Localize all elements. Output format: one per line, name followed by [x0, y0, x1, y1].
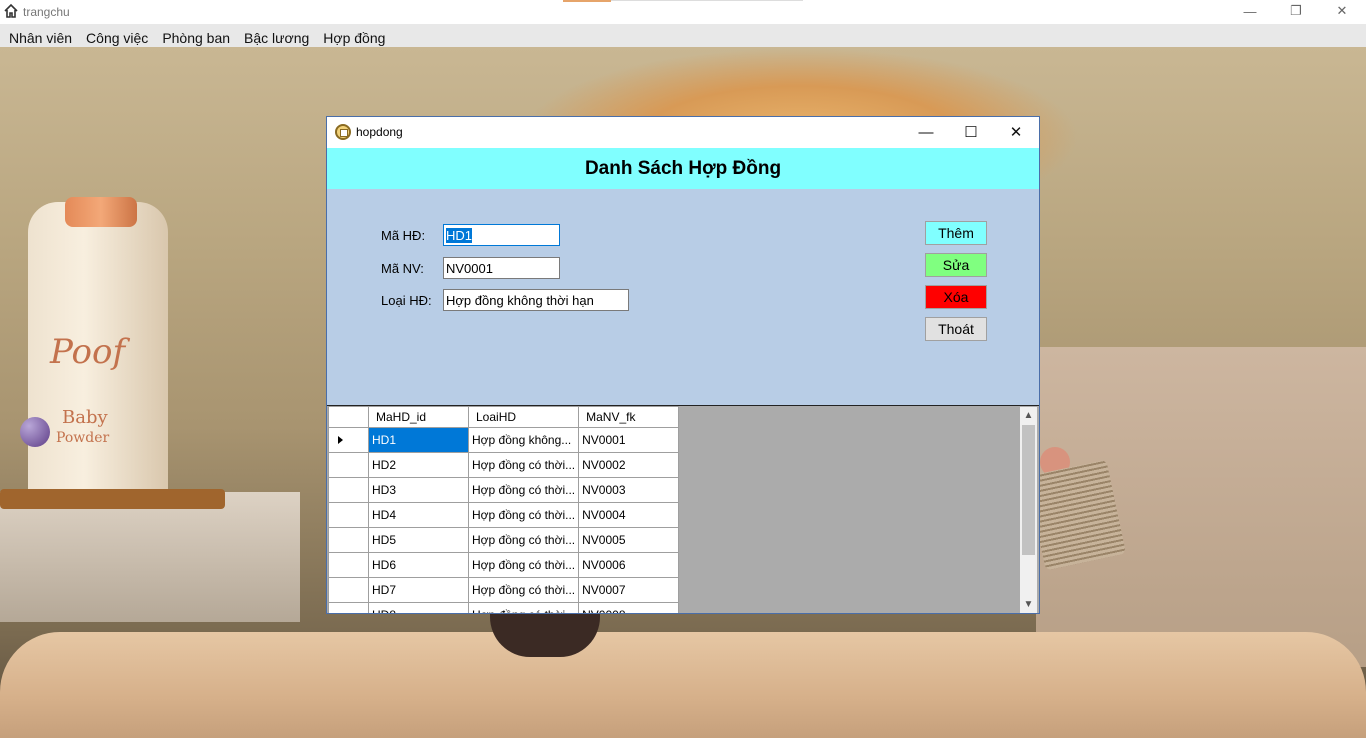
them-button[interactable]: Thêm: [925, 221, 987, 245]
minimize-button[interactable]: —: [1227, 0, 1273, 22]
column-header-loaihd[interactable]: LoaiHD: [467, 406, 580, 428]
cell-loaihd[interactable]: Hợp đồng có thời...: [467, 602, 580, 613]
cell-manv[interactable]: NV0002: [578, 452, 680, 478]
cell-loaihd[interactable]: Hợp đồng có thời...: [467, 577, 580, 603]
table-row[interactable]: HD3 Hợp đồng có thời... NV0003: [328, 477, 680, 503]
table-row[interactable]: HD7 Hợp đồng có thời... NV0007: [328, 577, 680, 603]
ma-hd-value: HD1: [446, 228, 473, 243]
table-row[interactable]: HD6 Hợp đồng có thời... NV0006: [328, 552, 680, 578]
table-row[interactable]: HD4 Hợp đồng có thời... NV0004: [328, 502, 680, 528]
menu-phong-ban[interactable]: Phòng ban: [155, 24, 237, 47]
shelf: [0, 492, 300, 622]
cell-loaihd[interactable]: Hợp đồng có thời...: [467, 452, 580, 478]
menu-cong-viec[interactable]: Công việc: [79, 24, 155, 47]
cell-manv[interactable]: NV0001: [578, 427, 680, 453]
house-icon: [4, 3, 18, 18]
row-selector[interactable]: [328, 477, 369, 503]
scroll-up-icon[interactable]: ▲: [1020, 407, 1037, 424]
cell-mahd[interactable]: HD3: [368, 477, 469, 503]
column-header-mahd[interactable]: MaHD_id: [368, 406, 469, 428]
cell-loaihd[interactable]: Hợp đồng có thời...: [467, 502, 580, 528]
contracts-table: MaHD_id LoaiHD MaNV_fk HD1 Hợp đồng khôn…: [328, 406, 680, 613]
ma-hd-label: Mã HĐ:: [381, 228, 426, 243]
row-header-corner: [328, 406, 369, 428]
header-band: Danh Sách Hợp Đồng: [327, 148, 1039, 189]
cell-loaihd[interactable]: Hợp đồng có thời...: [467, 527, 580, 553]
bottle-label-powder: Powder: [56, 430, 110, 446]
taskbar-divider: [611, 0, 803, 1]
table-row[interactable]: HD2 Hợp đồng có thời... NV0002: [328, 452, 680, 478]
cell-manv[interactable]: NV0008: [578, 602, 680, 613]
bottle-cap: [65, 197, 137, 227]
cell-mahd[interactable]: HD8: [368, 602, 469, 613]
close-button[interactable]: ✕: [1319, 0, 1365, 22]
sua-button[interactable]: Sửa: [925, 253, 987, 277]
row-selector[interactable]: [328, 527, 369, 553]
current-row-arrow-icon: [338, 436, 343, 444]
cell-mahd[interactable]: HD5: [368, 527, 469, 553]
wooden-tray: [0, 489, 225, 509]
dialog-close-button[interactable]: ✕: [993, 117, 1039, 147]
cell-mahd[interactable]: HD6: [368, 552, 469, 578]
table-row[interactable]: HD1 Hợp đồng không... NV0001: [328, 427, 680, 453]
menu-bar: Nhân viên Công việc Phòng ban Bậc lương …: [0, 24, 1366, 47]
thoat-button[interactable]: Thoát: [925, 317, 987, 341]
taskbar-accent: [563, 0, 611, 2]
row-selector[interactable]: [328, 602, 369, 613]
row-selector[interactable]: [328, 427, 369, 453]
table-top: [0, 632, 1366, 738]
row-selector[interactable]: [328, 552, 369, 578]
menu-hop-dong[interactable]: Hợp đồng: [316, 24, 392, 47]
restore-button[interactable]: ❐: [1273, 0, 1319, 22]
cell-mahd[interactable]: HD4: [368, 502, 469, 528]
scroll-down-icon[interactable]: ▼: [1020, 596, 1037, 613]
table-row[interactable]: HD8 Hợp đồng có thời... NV0008: [328, 602, 680, 613]
ma-hd-input[interactable]: HD1: [443, 224, 560, 246]
app-icon: [335, 124, 351, 140]
row-selector[interactable]: [328, 502, 369, 528]
vertical-scrollbar[interactable]: ▲ ▼: [1020, 407, 1037, 613]
table-row[interactable]: HD5 Hợp đồng có thời... NV0005: [328, 527, 680, 553]
row-selector[interactable]: [328, 452, 369, 478]
cell-loaihd[interactable]: Hợp đồng có thời...: [467, 552, 580, 578]
bottle-label-baby: Baby: [62, 407, 108, 428]
ma-nv-input[interactable]: NV0001: [443, 257, 560, 279]
dialog-minimize-button[interactable]: —: [903, 117, 949, 147]
hopdong-dialog: hopdong — ☐ ✕ Danh Sách Hợp Đồng Mã HĐ: …: [326, 116, 1040, 614]
dialog-maximize-button[interactable]: ☐: [948, 117, 994, 147]
cell-manv[interactable]: NV0007: [578, 577, 680, 603]
row-selector[interactable]: [328, 577, 369, 603]
toy-bead: [20, 417, 50, 447]
page-title: Danh Sách Hợp Đồng: [584, 157, 782, 179]
form-area: Mã HĐ: HD1 Mã NV: NV0001 Loại HĐ: Hợp đồ…: [327, 189, 1039, 405]
cell-manv[interactable]: NV0003: [578, 477, 680, 503]
scrollbar-thumb[interactable]: [1022, 425, 1035, 555]
ma-nv-label: Mã NV:: [381, 261, 424, 276]
bottle-label-poof: Poof: [50, 332, 126, 372]
header-row: MaHD_id LoaiHD MaNV_fk: [328, 406, 680, 428]
cell-loaihd[interactable]: Hợp đồng có thời...: [467, 477, 580, 503]
menu-nhan-vien[interactable]: Nhân viên: [2, 24, 79, 47]
cell-manv[interactable]: NV0006: [578, 552, 680, 578]
data-grid[interactable]: MaHD_id LoaiHD MaNV_fk HD1 Hợp đồng khôn…: [327, 405, 1039, 613]
loai-hd-label: Loại HĐ:: [381, 293, 432, 308]
cell-manv[interactable]: NV0005: [578, 527, 680, 553]
cell-loaihd[interactable]: Hợp đồng không...: [467, 427, 580, 453]
cell-manv[interactable]: NV0004: [578, 502, 680, 528]
loai-hd-input[interactable]: Hợp đồng không thời hạn: [443, 289, 629, 311]
dialog-title: hopdong: [356, 125, 403, 139]
cell-mahd[interactable]: HD2: [368, 452, 469, 478]
dialog-title-bar[interactable]: hopdong — ☐ ✕: [327, 117, 1039, 148]
xoa-button[interactable]: Xóa: [925, 285, 987, 309]
window-title: trangchu: [23, 5, 70, 19]
column-header-manv[interactable]: MaNV_fk: [578, 406, 680, 428]
cell-mahd[interactable]: HD7: [368, 577, 469, 603]
main-title-bar: trangchu — ❐ ✕: [0, 0, 1366, 24]
cell-mahd[interactable]: HD1: [368, 427, 469, 453]
menu-bac-luong[interactable]: Bậc lương: [237, 24, 316, 47]
